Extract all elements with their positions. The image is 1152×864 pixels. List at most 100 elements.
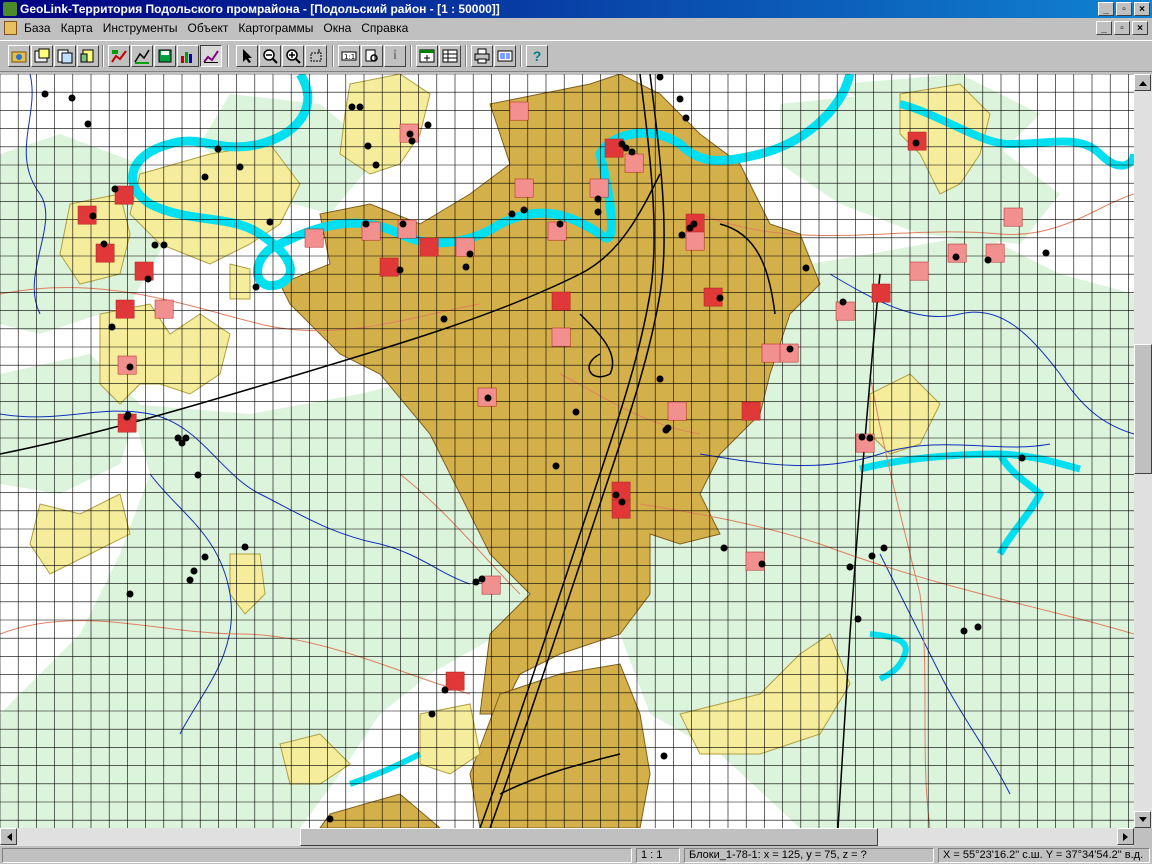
select-tool-button[interactable] — [236, 45, 258, 67]
block-cell[interactable] — [667, 401, 687, 421]
block-cell[interactable] — [379, 257, 399, 277]
menu-map[interactable]: Карта — [61, 21, 93, 35]
map-point[interactable] — [126, 590, 134, 598]
block-cell[interactable] — [741, 401, 761, 421]
save-map-button[interactable] — [54, 45, 76, 67]
map-point[interactable] — [656, 375, 664, 383]
horizontal-scroll-thumb[interactable] — [300, 828, 878, 846]
find-object-button[interactable] — [361, 45, 383, 67]
map-point[interactable] — [960, 627, 968, 635]
map-point[interactable] — [594, 208, 602, 216]
map-point[interactable] — [41, 90, 49, 98]
map-point[interactable] — [241, 543, 249, 551]
map-point[interactable] — [84, 120, 92, 128]
map-point[interactable] — [68, 94, 76, 102]
map-point[interactable] — [952, 253, 960, 261]
maximize-button[interactable]: ▫ — [1116, 2, 1132, 16]
object-props-button[interactable]: 1:1 — [338, 45, 360, 67]
doc-restore-button[interactable]: ▫ — [1114, 21, 1130, 35]
map-point[interactable] — [664, 424, 672, 432]
table-button[interactable] — [439, 45, 461, 67]
map-point[interactable] — [974, 623, 982, 631]
doc-close-button[interactable]: × — [1132, 21, 1148, 35]
save-button[interactable] — [154, 45, 176, 67]
map-point[interactable] — [89, 212, 97, 220]
map-point[interactable] — [484, 394, 492, 402]
map-point[interactable] — [508, 210, 516, 218]
open-map-button[interactable] — [31, 45, 53, 67]
map-point[interactable] — [178, 439, 186, 447]
map-point[interactable] — [984, 256, 992, 264]
map-point[interactable] — [612, 491, 620, 499]
block-cell[interactable] — [551, 327, 571, 347]
map-point[interactable] — [556, 220, 564, 228]
map-point[interactable] — [214, 145, 222, 153]
map-point[interactable] — [348, 103, 356, 111]
map-point[interactable] — [839, 298, 847, 306]
map-point[interactable] — [1042, 249, 1050, 257]
map-point[interactable] — [440, 315, 448, 323]
menu-base[interactable]: База — [24, 21, 51, 35]
map-point[interactable] — [236, 163, 244, 171]
block-cell[interactable] — [509, 101, 529, 121]
layer-tool-2-button[interactable] — [131, 45, 153, 67]
map-point[interactable] — [326, 815, 334, 823]
map-point[interactable] — [126, 363, 134, 371]
zoom-window-button[interactable] — [305, 45, 327, 67]
add-window-button[interactable] — [416, 45, 438, 67]
map-point[interactable] — [372, 161, 380, 169]
block-cell[interactable] — [445, 671, 465, 691]
map-canvas[interactable] — [0, 74, 1134, 828]
map-point[interactable] — [362, 220, 370, 228]
map-point[interactable] — [186, 576, 194, 584]
map-point[interactable] — [676, 95, 684, 103]
vertical-scrollbar[interactable] — [1134, 74, 1152, 828]
map-point[interactable] — [201, 173, 209, 181]
map-point[interactable] — [802, 264, 810, 272]
map-point[interactable] — [201, 553, 209, 561]
map-point[interactable] — [406, 130, 414, 138]
map-point[interactable] — [854, 615, 862, 623]
map-point[interactable] — [160, 241, 168, 249]
block-cell[interactable] — [761, 343, 781, 363]
map-point[interactable] — [466, 250, 474, 258]
map-point[interactable] — [720, 544, 728, 552]
print-button[interactable] — [471, 45, 493, 67]
map-point[interactable] — [868, 552, 876, 560]
open-base-button[interactable] — [8, 45, 30, 67]
menu-help[interactable]: Справка — [361, 21, 408, 35]
map-point[interactable] — [266, 218, 274, 226]
map-point[interactable] — [912, 139, 920, 147]
block-cell[interactable] — [1003, 207, 1023, 227]
doc-minimize-button[interactable]: _ — [1096, 21, 1112, 35]
map-point[interactable] — [682, 114, 690, 122]
map-point[interactable] — [618, 498, 626, 506]
block-cell[interactable] — [624, 153, 644, 173]
map-point[interactable] — [858, 433, 866, 441]
block-cell[interactable] — [154, 299, 174, 319]
vertical-scroll-thumb[interactable] — [1134, 344, 1152, 474]
menu-object[interactable]: Объект — [188, 21, 229, 35]
block-cell[interactable] — [871, 283, 891, 303]
menu-windows[interactable]: Окна — [323, 21, 351, 35]
map-point[interactable] — [594, 195, 602, 203]
minimize-button[interactable]: _ — [1098, 2, 1114, 16]
map-point[interactable] — [399, 220, 407, 228]
close-button[interactable]: × — [1134, 2, 1150, 16]
scroll-right-button[interactable] — [1117, 828, 1134, 845]
map-point[interactable] — [424, 121, 432, 129]
map-point[interactable] — [441, 686, 449, 694]
map-point[interactable] — [572, 408, 580, 416]
map-point[interactable] — [408, 137, 416, 145]
map-point[interactable] — [472, 578, 480, 586]
map-point[interactable] — [690, 220, 698, 228]
map-point[interactable] — [846, 563, 854, 571]
map-point[interactable] — [622, 144, 630, 152]
block-cell[interactable] — [589, 178, 609, 198]
map-point[interactable] — [660, 752, 668, 760]
block-cell[interactable] — [551, 291, 571, 311]
info-button[interactable]: i — [384, 45, 406, 67]
zoom-in-button[interactable] — [282, 45, 304, 67]
layer-tool-1-button[interactable] — [108, 45, 130, 67]
scroll-left-button[interactable] — [0, 828, 17, 845]
